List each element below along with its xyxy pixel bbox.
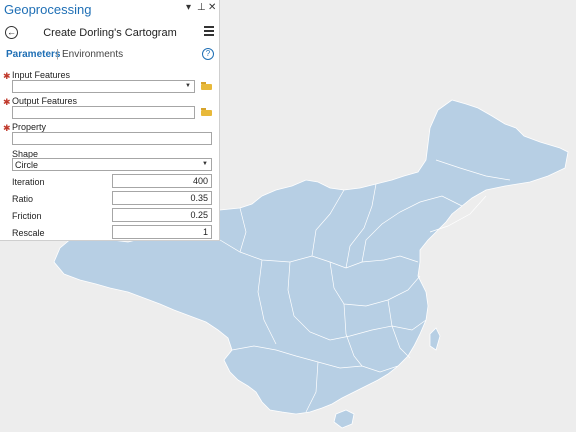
pane-titlebar: Geoprocessing ▾ ⊥ ✕	[0, 0, 220, 18]
output-features-field[interactable]	[12, 106, 195, 119]
close-icon[interactable]: ✕	[208, 2, 216, 14]
property-field[interactable]	[12, 132, 212, 145]
property-label: Property	[12, 122, 47, 132]
help-icon[interactable]: ?	[202, 48, 214, 60]
tool-title: Create Dorling's Cartogram	[43, 27, 177, 39]
iteration-label: Iteration	[12, 177, 45, 187]
tab-parameters[interactable]: Parameters	[6, 49, 60, 60]
friction-input[interactable]: 0.25	[112, 208, 212, 222]
tool-tabs: Parameters | Environments ?	[0, 47, 220, 63]
tab-separator: |	[56, 48, 59, 60]
pane-options-dropdown-icon[interactable]: ▾	[186, 2, 191, 14]
tool-header: ← Create Dorling's Cartogram	[0, 22, 220, 44]
friction-label: Friction	[12, 211, 42, 221]
tab-environments[interactable]: Environments	[62, 49, 123, 60]
required-marker-icon: ✱	[3, 123, 11, 133]
input-features-field[interactable]: ▼	[12, 80, 195, 93]
hainan-island	[333, 409, 355, 429]
geoprocessing-pane: Geoprocessing ▾ ⊥ ✕ ← Create Dorling's C…	[0, 0, 220, 241]
hamburger-menu-icon[interactable]	[204, 26, 214, 38]
input-features-label: Input Features	[12, 70, 71, 80]
output-features-label: Output Features	[12, 96, 78, 106]
folder-icon[interactable]	[201, 108, 212, 116]
folder-icon[interactable]	[201, 82, 212, 90]
chevron-down-icon[interactable]: ▼	[202, 161, 208, 167]
taiwan-island	[429, 327, 441, 351]
chevron-down-icon[interactable]: ▼	[185, 83, 191, 89]
shape-select[interactable]: Circle ▼	[12, 158, 212, 171]
pane-title: Geoprocessing	[4, 2, 92, 17]
shape-value: Circle	[15, 160, 39, 170]
required-marker-icon: ✱	[3, 71, 11, 81]
iteration-input[interactable]: 400	[112, 174, 212, 188]
rescale-label: Rescale	[12, 228, 45, 238]
ratio-input[interactable]: 0.35	[112, 191, 212, 205]
pin-icon[interactable]: ⊥	[197, 2, 206, 14]
ratio-label: Ratio	[12, 194, 34, 204]
rescale-input[interactable]: 1	[112, 225, 212, 239]
required-marker-icon: ✱	[3, 97, 11, 107]
